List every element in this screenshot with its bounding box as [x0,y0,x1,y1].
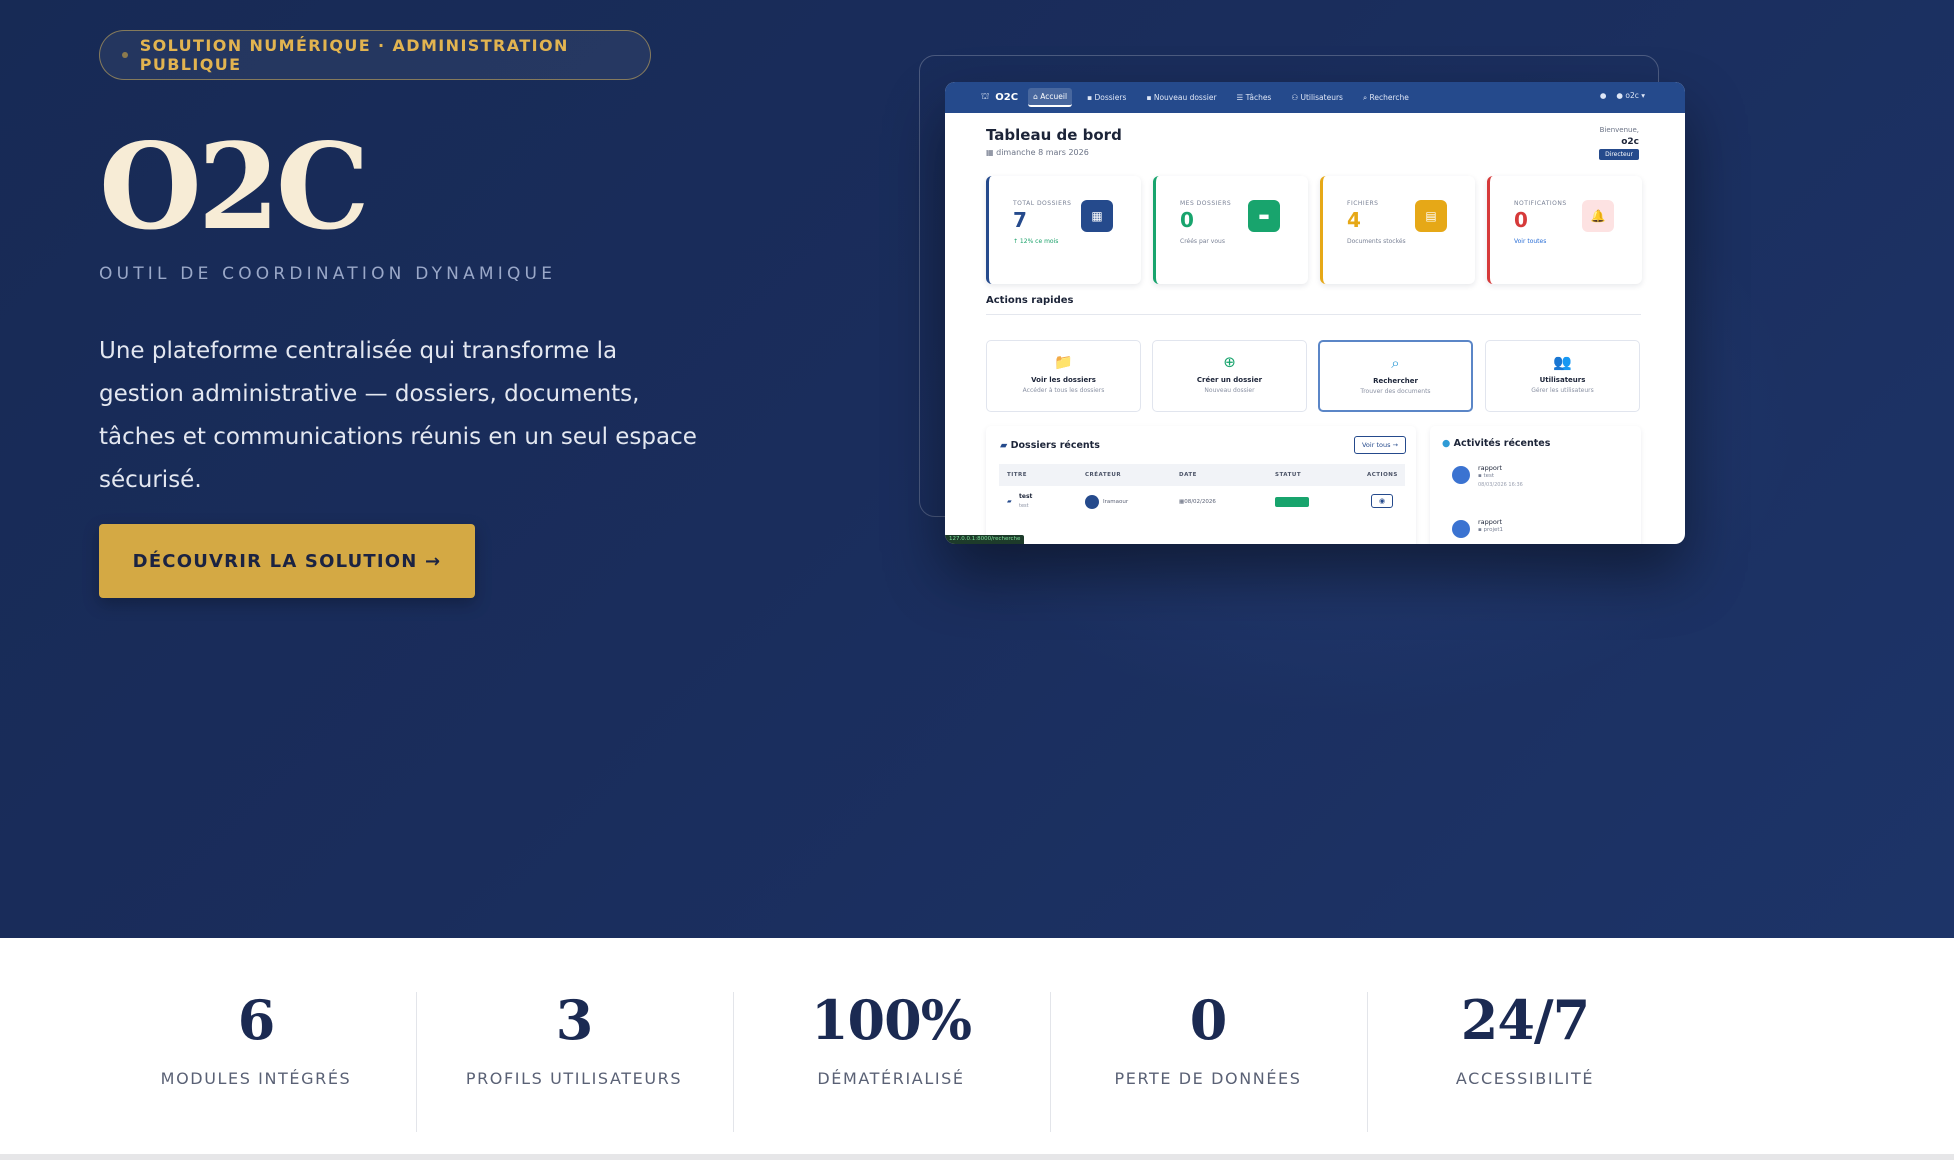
stat-card-total-dossiers[interactable]: TOTAL DOSSIERS 7 ↑ 12% ce mois ▦ [986,176,1141,284]
activity-item[interactable]: rapport ▪ projet1 [1452,518,1622,544]
avatar [1085,495,1099,509]
stat-dematerialise: 100% DÉMATÉRIALISÉ [810,988,972,1088]
action-utilisateurs[interactable]: 👥 Utilisateurs Gérer les utilisateurs [1485,340,1640,412]
quick-actions-title: Actions rapides [986,295,1074,306]
brand-icon: ⛫ [981,92,990,102]
preview-date: ▦ dimanche 8 mars 2026 [986,148,1089,157]
preview-nav-taches[interactable]: ☰ Tâches [1232,89,1277,106]
discover-solution-button[interactable]: DÉCOUVRIR LA SOLUTION → [99,524,475,598]
preview-nav-dossiers[interactable]: ▪ Dossiers [1082,89,1131,106]
avatar [1452,466,1470,484]
preview-nav-recherche[interactable]: ⌕ Recherche [1358,89,1414,107]
folder-icon: 📁 [1054,353,1073,371]
hero-badge: SOLUTION NUMÉRIQUE · ADMINISTRATION PUBL… [99,30,651,80]
stat-card-notifications[interactable]: NOTIFICATIONS 0 Voir toutes 🔔 [1487,176,1642,284]
table-header: TITRE CRÉATEUR DATE STATUT ACTIONS [999,464,1405,486]
stat-card-fichiers[interactable]: FICHIERS 4 Documents stockés ▤ [1320,176,1475,284]
file-icon: ▤ [1415,200,1447,232]
folder-open-icon: ▰ [1000,440,1008,451]
action-voir-dossiers[interactable]: 📁 Voir les dossiers Accéder à tous les d… [986,340,1141,412]
stat-modules: 6 MODULES INTÉGRÉS [160,988,352,1088]
preview-brand: O2C [995,92,1019,103]
avatar [1452,520,1470,538]
folder-icon: ▦ [1081,200,1113,232]
status-url-tag: 127.0.0.1:8000/recherche [945,535,1025,544]
recent-activity-title: ● Activités récentes [1442,438,1551,449]
role-badge: Directeur [1599,149,1639,160]
hero-badge-label: SOLUTION NUMÉRIQUE · ADMINISTRATION PUBL… [139,36,569,74]
activity-item[interactable]: rapport ▪ test 08/03/2026 16:36 [1452,464,1622,500]
recent-folders-panel: ▰ Dossiers récents Voir tous → TITRE CRÉ… [986,426,1416,544]
eye-icon[interactable]: ◉ [1371,494,1393,508]
stat-perte-donnees: 0 PERTE DE DONNÉES [1114,988,1302,1088]
preview-nav-accueil[interactable]: ⌂ Accueil [1028,88,1073,107]
hero-description: Une plateforme centralisée qui transform… [99,338,697,493]
recent-folders-title: ▰ Dossiers récents [1000,440,1100,451]
stat-card-mes-dossiers[interactable]: MES DOSSIERS 0 Créés par vous ▬ [1153,176,1308,284]
user-menu[interactable]: ● o2c ▾ [1616,91,1645,100]
hero-section: SOLUTION NUMÉRIQUE · ADMINISTRATION PUBL… [0,0,1954,938]
folder-icon: ▰ [1007,498,1012,505]
divider [986,314,1641,315]
status-badge: En cours [1275,497,1309,507]
bell-icon: 🔔 [1582,200,1614,232]
action-rechercher[interactable]: ⌕ Rechercher Trouver des documents [1318,340,1473,412]
preview-page-title: Tableau de bord [986,126,1122,144]
table-row[interactable]: ▰ test test Iramaour ▦ 08/02/2026 En cou… [999,490,1405,516]
stats-band: 6 MODULES INTÉGRÉS 3 PROFILS UTILISATEUR… [0,938,1954,1160]
stat-profils: 3 PROFILS UTILISATEURS [465,988,683,1088]
preview-nav-utilisateurs[interactable]: ⚇ Utilisateurs [1286,89,1348,106]
dashboard-preview: ⛫ O2C ⌂ Accueil ▪ Dossiers ▪ Nouveau dos… [945,82,1685,544]
badge-dot-icon [122,52,128,58]
search-icon: ⌕ [1391,354,1400,372]
action-creer-dossier[interactable]: ⊕ Créer un dossier Nouveau dossier [1152,340,1307,412]
clock-icon: ● [1442,438,1451,449]
plus-circle-icon: ⊕ [1223,353,1236,371]
logo: O2C [99,117,370,256]
bell-icon[interactable]: ● [1600,91,1607,100]
users-icon: 👥 [1553,353,1572,371]
stat-accessibilite: 24/7 ACCESSIBILITÉ [1455,988,1595,1088]
preview-welcome: Bienvenue, o2c Directeur [1599,126,1639,160]
preview-navbar: ⛫ O2C ⌂ Accueil ▪ Dossiers ▪ Nouveau dos… [945,82,1685,113]
preview-nav-nouveau-dossier[interactable]: ▪ Nouveau dossier [1141,89,1221,106]
preview-username: o2c [1621,137,1639,147]
voir-tous-button[interactable]: Voir tous → [1353,436,1406,454]
tagline: OUTIL DE COORDINATION DYNAMIQUE [99,264,557,284]
recent-activity-panel: ● Activités récentes rapport ▪ test 08/0… [1430,426,1641,544]
folder-icon: ▬ [1248,200,1280,232]
